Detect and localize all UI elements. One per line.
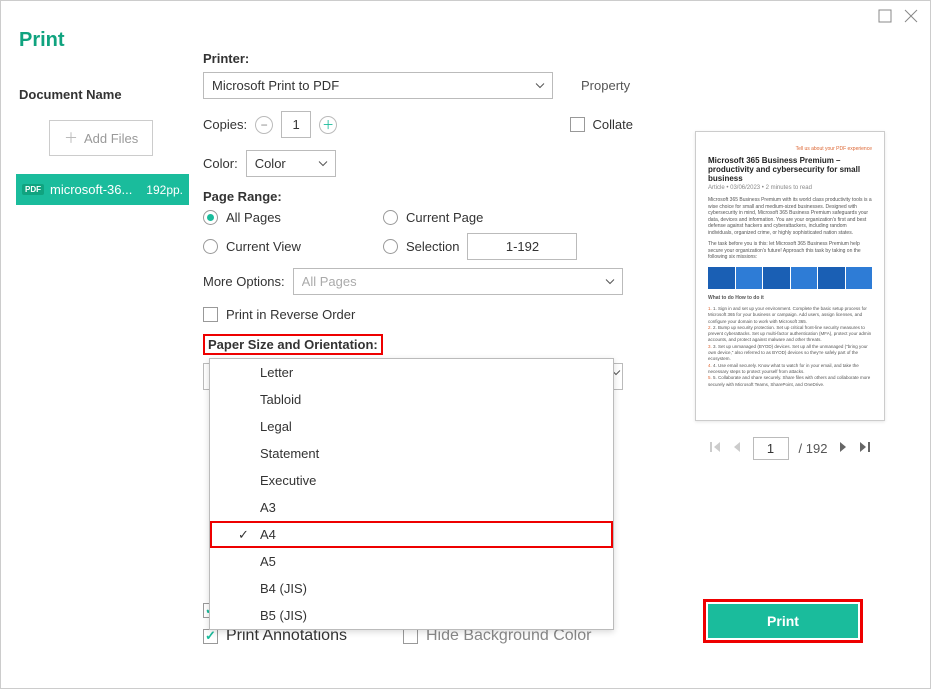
close-icon[interactable] — [904, 9, 918, 28]
current-page-radio[interactable] — [383, 210, 398, 225]
paper-size-dropdown: Letter Tabloid Legal Statement Executive… — [209, 358, 614, 630]
paper-option-statement[interactable]: Statement — [210, 440, 613, 467]
pdf-icon: PDF — [22, 184, 44, 195]
paper-option-a4[interactable]: ✓A4 — [210, 521, 613, 548]
paper-option-a5[interactable]: A5 — [210, 548, 613, 575]
more-options-label: More Options: — [203, 274, 285, 289]
plus-icon: ＋ — [64, 128, 78, 148]
paper-option-b5[interactable]: B5 (JIS) — [210, 602, 613, 629]
check-icon: ✓ — [238, 527, 249, 543]
document-item[interactable]: PDF microsoft-36... 192pp. — [16, 174, 189, 205]
printer-label: Printer: — [203, 51, 633, 66]
collate-label: Collate — [593, 117, 633, 132]
print-preview: Tell us about your PDF experience Micros… — [695, 131, 885, 421]
paper-option-executive[interactable]: Executive — [210, 467, 613, 494]
file-name: microsoft-36... — [50, 182, 132, 197]
printer-select[interactable]: Microsoft Print to PDF — [203, 72, 553, 99]
add-files-button[interactable]: ＋ Add Files — [49, 120, 153, 156]
all-pages-radio[interactable] — [203, 210, 218, 225]
dialog-title: Print — [19, 29, 179, 52]
paper-option-tabloid[interactable]: Tabloid — [210, 386, 613, 413]
prev-page-icon[interactable] — [731, 441, 743, 456]
selection-radio[interactable] — [383, 239, 398, 254]
decrement-button[interactable]: − — [255, 116, 273, 134]
print-button[interactable]: Print — [708, 604, 858, 638]
copies-label: Copies: — [203, 117, 247, 132]
current-view-radio[interactable] — [203, 239, 218, 254]
next-page-icon[interactable] — [837, 441, 849, 456]
paper-option-b4[interactable]: B4 (JIS) — [210, 575, 613, 602]
paper-option-a3[interactable]: A3 — [210, 494, 613, 521]
color-label: Color: — [203, 156, 238, 171]
paper-option-legal[interactable]: Legal — [210, 413, 613, 440]
increment-button[interactable]: ＋ — [319, 116, 337, 134]
preview-pager: / 192 — [685, 437, 895, 460]
last-page-icon[interactable] — [859, 441, 871, 456]
maximize-icon[interactable] — [878, 9, 892, 28]
first-page-icon[interactable] — [709, 441, 721, 456]
property-link[interactable]: Property — [581, 78, 630, 93]
print-annotations-checkbox[interactable] — [203, 629, 218, 644]
hide-background-checkbox[interactable] — [403, 629, 418, 644]
more-options-select[interactable]: All Pages — [293, 268, 623, 295]
page-input[interactable] — [753, 437, 789, 460]
color-select[interactable]: Color — [246, 150, 336, 177]
page-range-label: Page Range: — [203, 189, 633, 204]
collate-checkbox[interactable] — [570, 117, 585, 132]
selection-input[interactable] — [467, 233, 577, 260]
reverse-order-checkbox[interactable] — [203, 307, 218, 322]
paper-option-letter[interactable]: Letter — [210, 359, 613, 386]
paper-section-header: Paper Size and Orientation: — [203, 334, 383, 355]
page-total: / 192 — [799, 441, 828, 456]
copies-input[interactable] — [281, 111, 311, 138]
doc-name-header: Document Name — [19, 87, 179, 102]
file-pagecount: 192pp. — [146, 183, 183, 197]
